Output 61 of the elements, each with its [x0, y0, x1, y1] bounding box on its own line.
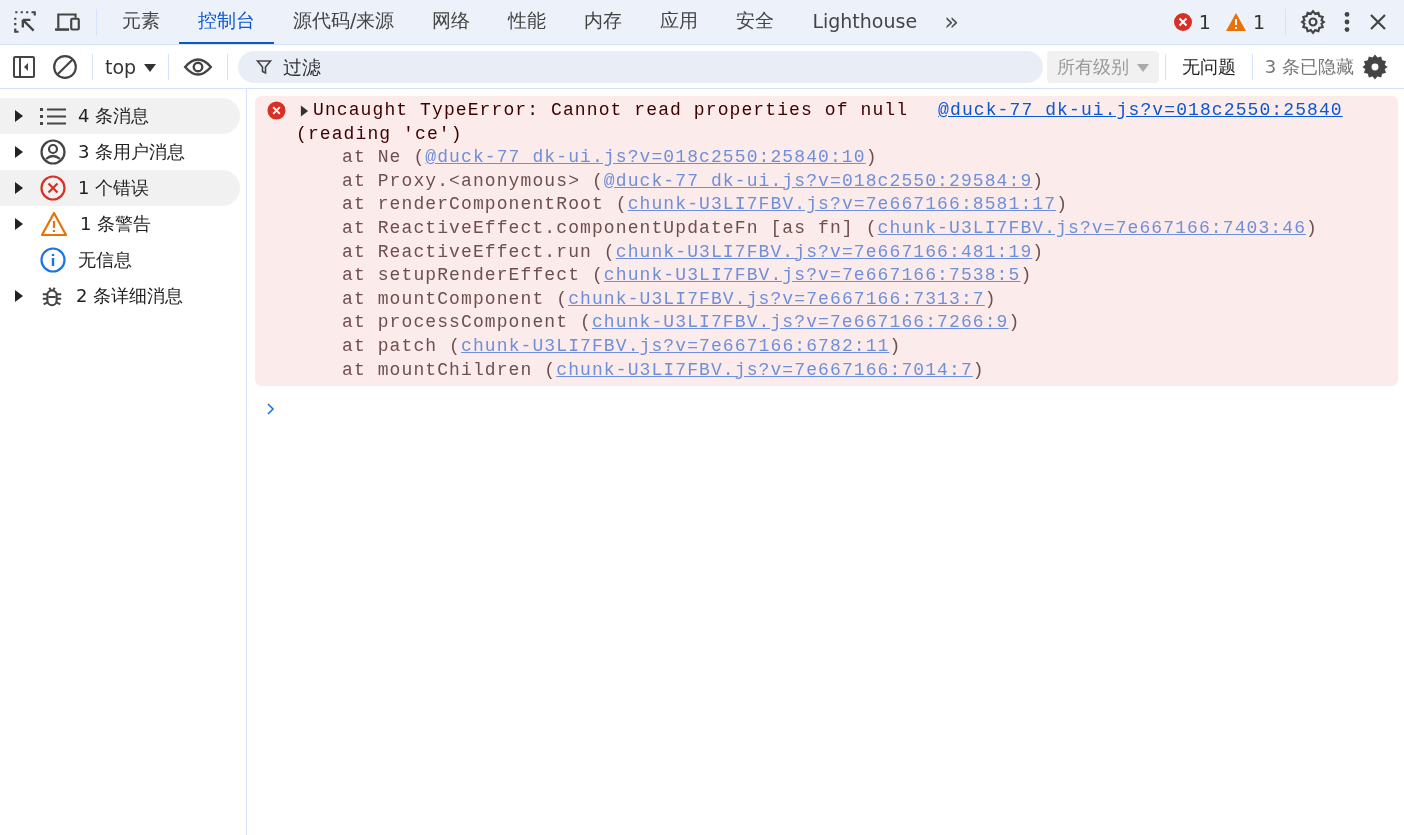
prompt-icon[interactable]	[267, 403, 275, 416]
issues-button[interactable]: 无问题	[1171, 54, 1246, 79]
error-icon	[40, 175, 66, 201]
caret-icon	[144, 64, 157, 72]
expand-arrow-icon[interactable]	[300, 104, 309, 117]
sidebar-item[interactable]: 4 条消息	[0, 98, 240, 134]
stack-frame: at Proxy.<anonymous> (@duck-77_dk-ui.js?v=018c2550:29584:9)	[267, 169, 1398, 194]
source-link[interactable]: @duck-77_dk-ui.js?v=018c2550:25840	[938, 99, 1343, 123]
panel-tab[interactable]: 安全	[717, 0, 794, 44]
hidden-count: 3 条已隐藏	[1264, 54, 1354, 79]
stack-frame: at processComponent (chunk-U3LI7FBV.js?v=7e667166:7266:9)	[267, 311, 1398, 335]
stack-frame: at setupRenderEffect (chunk-U3LI7FBV.js?v=7e667166:7538:5)	[267, 264, 1398, 288]
eye-icon[interactable]	[183, 55, 214, 78]
settings-icon[interactable]	[1362, 53, 1388, 80]
panel-tab[interactable]: 源代码/来源	[274, 0, 414, 44]
info-icon	[40, 247, 66, 273]
expand-arrow-icon[interactable]	[14, 146, 24, 158]
context-dropdown[interactable]: top	[99, 55, 163, 78]
error-icon	[1172, 12, 1193, 32]
stack-frame: at renderComponentRoot (chunk-U3LI7FBV.js?v=7e667166:8581:17)	[267, 193, 1398, 217]
stack-frame: at mountChildren (chunk-U3LI7FBV.js?v=7e667166:7014:7)	[267, 358, 1398, 383]
inspect-icon[interactable]	[12, 9, 38, 35]
expand-arrow-icon[interactable]	[14, 218, 24, 230]
panel-tab[interactable]: 性能	[489, 0, 566, 44]
warning-icon	[1224, 12, 1247, 32]
count-label: 1	[1252, 11, 1265, 33]
list-icon	[40, 106, 66, 126]
stack-frame: at mountComponent (chunk-U3LI7FBV.js?v=7e667166:7313:7)	[267, 287, 1398, 312]
stack-frame: at patch (chunk-U3LI7FBV.js?v=7e667166:6782:11)	[267, 334, 1398, 359]
sidebar-item[interactable]: 2 条详细消息	[0, 278, 240, 314]
error-icon	[267, 101, 286, 121]
expand-arrow-icon[interactable]	[14, 182, 24, 194]
expand-arrow-icon[interactable]	[14, 290, 24, 302]
panel-tab[interactable]: 控制台	[179, 0, 274, 44]
stack-frame: at ReactiveEffect.run (chunk-U3LI7FBV.js?v=7e667166:481:19)	[267, 240, 1398, 265]
panel-tab[interactable]: 网络	[413, 0, 490, 44]
user-icon	[40, 139, 66, 165]
sidebar-item[interactable]: 无信息	[0, 242, 240, 278]
panel-tab[interactable]: 内存	[565, 0, 642, 44]
stack-frame: at ReactiveEffect.componentUpdateFn [as fn] (chunk-U3LI7FBV.js?v=7e667166:7403:46)	[267, 216, 1398, 241]
sidebar-item[interactable]: 1 个错误	[0, 170, 240, 206]
more-options-icon[interactable]	[1342, 9, 1352, 35]
sidebar-item[interactable]: 3 条用户消息	[0, 134, 240, 170]
panel-tab[interactable]: Lighthouse	[793, 0, 937, 44]
panel-tab[interactable]: 应用	[641, 0, 718, 44]
clear-icon[interactable]	[52, 53, 78, 80]
expand-arrow-icon[interactable]	[14, 110, 24, 122]
more-tabs-button[interactable]: »	[936, 8, 967, 36]
filter-field[interactable]: 过滤	[238, 50, 1043, 83]
stack-frame: at Ne (@duck-77_dk-ui.js?v=018c2550:25840:10)	[267, 146, 1398, 170]
count-label: 1	[1198, 11, 1211, 33]
error-text: Uncaught TypeError: Cannot read properties of null	[313, 99, 909, 122]
panel-tab[interactable]: 元素	[103, 0, 179, 44]
warning-icon	[40, 211, 68, 237]
sidebar-item[interactable]: 1 条警告	[0, 206, 240, 242]
error-text: (reading 'ce')	[295, 122, 464, 146]
sidebar-toggle-icon[interactable]	[12, 54, 36, 79]
settings-icon[interactable]	[1300, 9, 1326, 35]
close-icon[interactable]	[1368, 12, 1388, 32]
filter-icon	[256, 58, 273, 75]
caret-icon	[1136, 63, 1149, 72]
